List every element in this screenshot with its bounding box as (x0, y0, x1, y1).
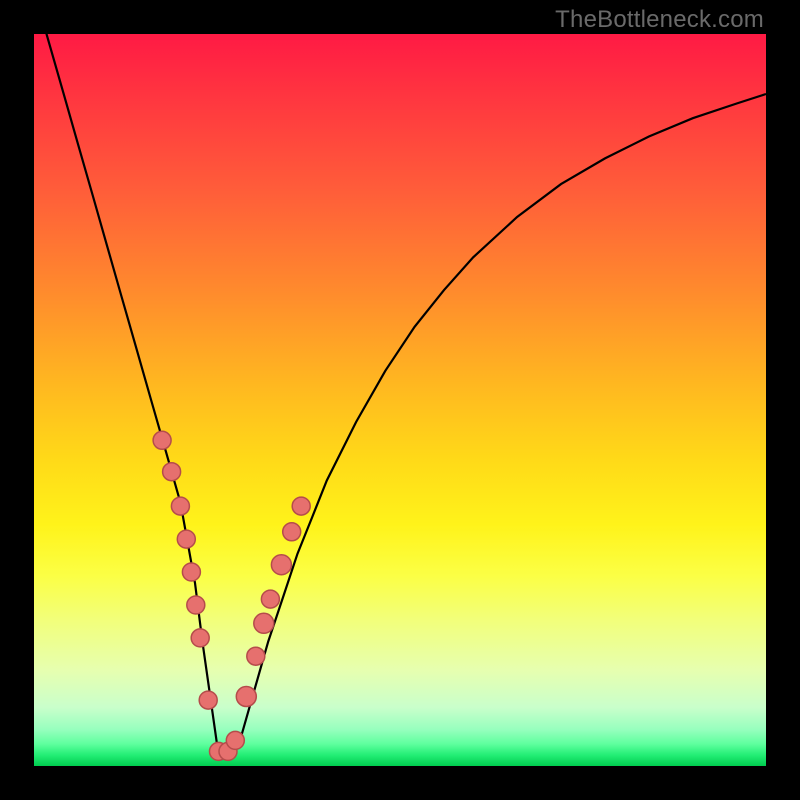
data-point (171, 497, 189, 515)
data-point (254, 613, 274, 633)
chart-svg (34, 34, 766, 766)
data-point (199, 691, 217, 709)
data-point (163, 463, 181, 481)
data-points-group (153, 431, 310, 760)
data-point (261, 590, 279, 608)
data-point (153, 431, 171, 449)
data-point (182, 563, 200, 581)
data-point (247, 647, 265, 665)
data-point (271, 555, 291, 575)
data-point (177, 530, 195, 548)
data-point (292, 497, 310, 515)
data-point (187, 596, 205, 614)
data-point (191, 629, 209, 647)
bottleneck-curve (34, 0, 766, 759)
data-point (283, 523, 301, 541)
data-point (226, 731, 244, 749)
data-point (236, 687, 256, 707)
watermark-text: TheBottleneck.com (555, 6, 764, 34)
